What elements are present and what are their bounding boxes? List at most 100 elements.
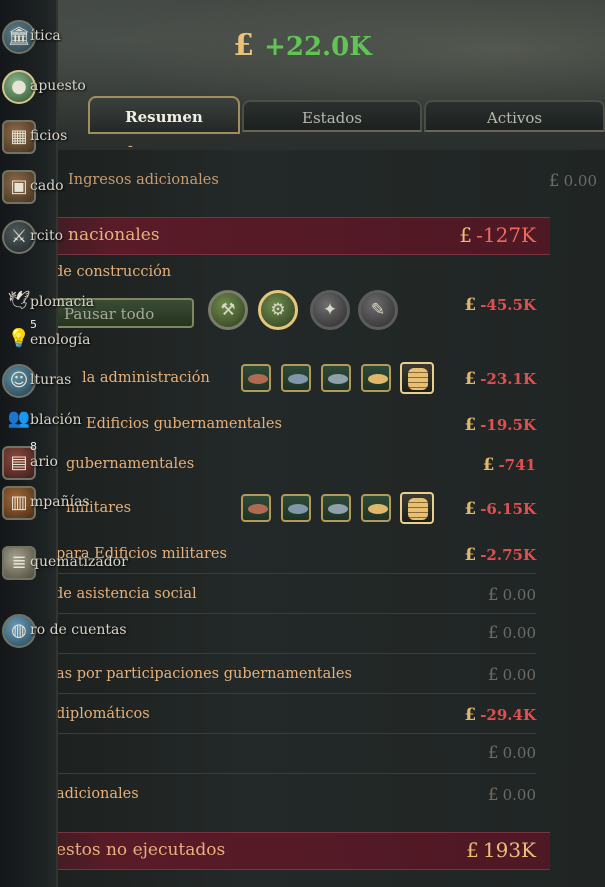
row-value: £0.00 bbox=[488, 585, 536, 605]
value-text: 193K bbox=[482, 838, 536, 862]
value-text: 0.00 bbox=[502, 786, 536, 804]
value-text: -741 bbox=[498, 456, 536, 474]
sidebar-item-label: blación bbox=[30, 412, 82, 428]
row-value: £ -741 bbox=[483, 455, 536, 475]
divider bbox=[56, 773, 536, 774]
row-ingresos-adicionales: Ingresos adicionales £0.00 bbox=[0, 166, 605, 196]
pound-icon: £ bbox=[464, 415, 477, 435]
sidebar-item-label: rcito bbox=[30, 228, 64, 244]
funding-level-2-button[interactable] bbox=[281, 364, 311, 392]
pound-icon: £ bbox=[482, 455, 495, 475]
section-value: £193K bbox=[466, 838, 536, 862]
row-value: £0.00 bbox=[488, 785, 536, 805]
value-text: -19.5K bbox=[480, 416, 536, 434]
row-value: £ -2.75K bbox=[464, 545, 536, 565]
pound-icon: £ bbox=[487, 623, 499, 643]
sidebar-item-label: lturas bbox=[30, 372, 72, 388]
row-value: £0.00 bbox=[549, 171, 597, 191]
sidebar-item-label: apuesto bbox=[30, 78, 86, 94]
row-asistencia-social: de asistencia social £0.00 bbox=[0, 580, 560, 610]
sidebar-item-politica[interactable]: 🏛 ítica bbox=[0, 18, 61, 58]
row-diplomaticos: diplomáticos £ -29.4K bbox=[0, 700, 560, 730]
sidebar-item-presupuesto[interactable]: ● apuesto bbox=[0, 68, 86, 108]
row-salarios-gubernamentales: gubernamentales £ -741 bbox=[0, 450, 560, 480]
sidebar-item-poblacion[interactable]: 👥 blación bbox=[0, 402, 82, 442]
tab-estados[interactable]: Estados bbox=[242, 100, 422, 132]
sidebar-item-tecnologia[interactable]: 💡 5 enología bbox=[0, 318, 91, 362]
row-value: £0.00 bbox=[488, 623, 536, 643]
pound-icon: £ bbox=[464, 705, 477, 725]
row-label: la administración bbox=[82, 370, 210, 386]
pound-icon: £ bbox=[464, 545, 477, 565]
row-value: £ -29.4K bbox=[464, 705, 536, 725]
coin-icon bbox=[288, 374, 308, 384]
sidebar-item-edificios[interactable]: ▦ ficios bbox=[0, 118, 67, 158]
row-value: £ -23.1K bbox=[464, 369, 536, 389]
section-header-asignaciones[interactable]: nacionales £ -127K bbox=[0, 217, 550, 255]
sidebar-item-libro-de-cuentas[interactable]: ◍ ro de cuentas bbox=[0, 612, 127, 652]
sidebar-item-label: quematizador bbox=[30, 554, 128, 570]
pound-icon: £ bbox=[487, 585, 499, 605]
row-label: de construcción bbox=[54, 264, 172, 280]
partial-row-text: - bbox=[128, 138, 133, 154]
pound-icon: £ bbox=[464, 499, 477, 519]
military-funding-level-3-button[interactable] bbox=[321, 494, 351, 522]
coin-icon bbox=[328, 504, 348, 514]
sidebar-item-companias[interactable]: ▥ mpañías bbox=[0, 484, 90, 524]
divider bbox=[56, 733, 536, 734]
tab-activos[interactable]: Activos bbox=[424, 100, 605, 132]
coin-icon bbox=[368, 374, 388, 384]
row-label: adicionales bbox=[56, 786, 139, 802]
value-text: -127K bbox=[476, 223, 536, 247]
divider bbox=[56, 653, 536, 654]
row-label: gubernamentales bbox=[66, 456, 195, 472]
sidebar-item-label: enología bbox=[30, 332, 91, 348]
sidebar-item-mercado[interactable]: ▣ cado bbox=[0, 168, 64, 208]
military-funding-level-5-button[interactable] bbox=[400, 492, 434, 524]
value-text: 0.00 bbox=[502, 666, 536, 684]
pound-icon: £ bbox=[464, 369, 477, 389]
section-value: £ -127K bbox=[459, 223, 536, 247]
section-header-no-ejecutados[interactable]: estos no ejecutados £193K bbox=[0, 832, 550, 870]
sidebar-item-label: mpañías bbox=[30, 494, 90, 510]
coin-stack-icon bbox=[408, 368, 428, 390]
military-funding-level-1-button[interactable] bbox=[241, 494, 271, 522]
row-participaciones: as por participaciones gubernamentales £… bbox=[0, 660, 560, 690]
row-label: Ingresos adicionales bbox=[68, 172, 219, 188]
sidebar-item-diario[interactable]: ▤ 8 ario bbox=[0, 440, 58, 484]
coin-icon bbox=[288, 504, 308, 514]
row-adicionales: adicionales £0.00 bbox=[0, 780, 560, 810]
row-value: £ -19.5K bbox=[464, 415, 536, 435]
budget-balance: £ +22.0K bbox=[0, 28, 605, 63]
row-label: de asistencia social bbox=[54, 586, 197, 602]
funding-level-4-button[interactable] bbox=[361, 364, 391, 392]
value-text: 0.00 bbox=[502, 586, 536, 604]
section-title: nacionales bbox=[68, 225, 160, 245]
pound-icon: £ bbox=[466, 838, 479, 862]
row-label: as por participaciones gubernamentales bbox=[56, 666, 352, 682]
sidebar-item-esquematizador[interactable]: ≣ quematizador bbox=[0, 544, 128, 584]
sidebar-item-label: ficios bbox=[30, 128, 68, 144]
military-funding-level-4-button[interactable] bbox=[361, 494, 391, 522]
sidebar-item-culturas[interactable]: ☺ lturas bbox=[0, 362, 71, 402]
sidebar-item-label: ro de cuentas bbox=[30, 622, 127, 638]
divider bbox=[56, 693, 536, 694]
tab-bar: Resumen Estados Activos bbox=[88, 96, 605, 136]
value-text: -23.1K bbox=[480, 370, 536, 388]
sidebar-item-label: cado bbox=[30, 178, 64, 194]
row-value: £0.00 bbox=[488, 743, 536, 763]
divider bbox=[56, 613, 536, 614]
row-construccion: de construcción bbox=[0, 258, 560, 288]
sidebar-item-ejercito[interactable]: ⚔ rcito bbox=[0, 218, 63, 258]
section-title: estos no ejecutados bbox=[56, 840, 226, 860]
value-text: -45.5K bbox=[480, 296, 536, 314]
sidebar-item-label: ario bbox=[30, 454, 58, 470]
tab-resumen[interactable]: Resumen bbox=[88, 96, 240, 134]
row-administracion: la administración £ -23.1K bbox=[0, 364, 560, 394]
funding-level-3-button[interactable] bbox=[321, 364, 351, 392]
funding-level-1-button[interactable] bbox=[241, 364, 271, 392]
military-funding-level-2-button[interactable] bbox=[281, 494, 311, 522]
pound-icon: £ bbox=[487, 743, 499, 763]
funding-level-5-button[interactable] bbox=[400, 362, 434, 394]
pound-icon: £ bbox=[548, 171, 560, 191]
